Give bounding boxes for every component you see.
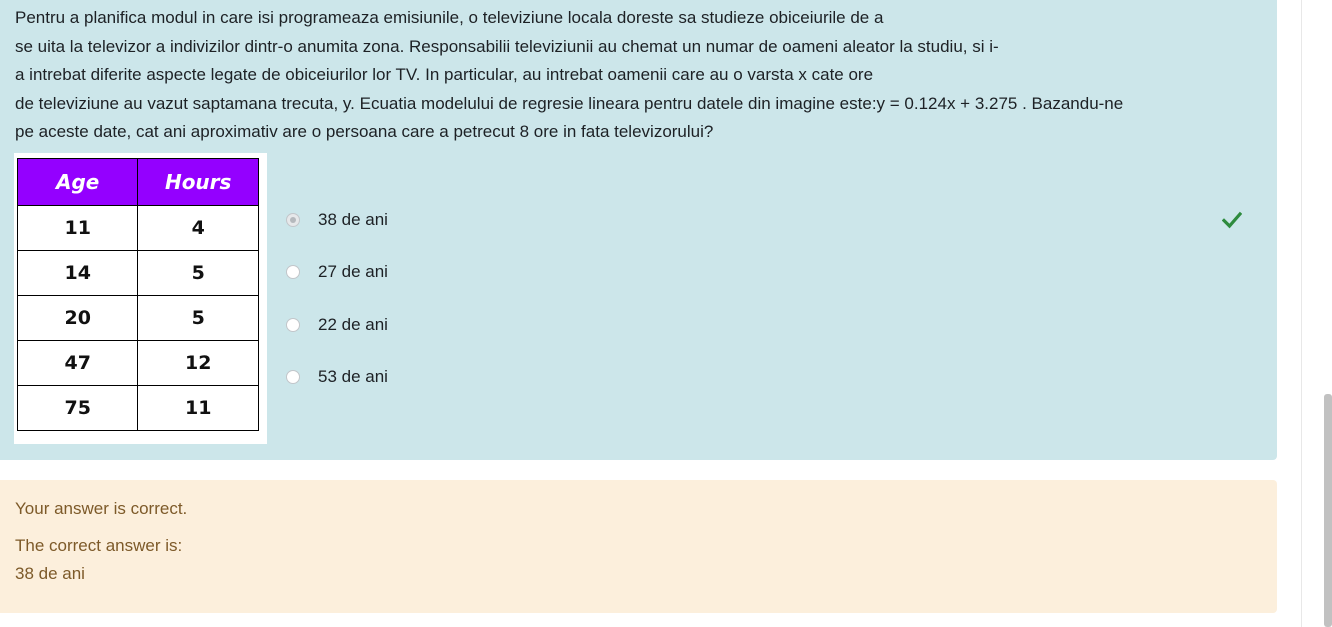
cell-age: 47 <box>16 340 139 386</box>
table-header-row: Age Hours <box>16 158 259 206</box>
table-row: 11 4 <box>16 205 259 251</box>
feedback-panel: Your answer is correct. The correct answ… <box>0 480 1277 613</box>
answer-option-2[interactable]: 27 de ani <box>286 257 686 287</box>
page-divider <box>1301 0 1302 627</box>
answer-label: 38 de ani <box>318 210 388 229</box>
data-table-image: Age Hours 11 4 14 5 20 5 47 12 75 11 <box>14 153 267 444</box>
radio[interactable] <box>286 265 300 279</box>
table-row: 20 5 <box>16 295 259 341</box>
cell-age: 14 <box>16 250 139 296</box>
answer-label: 27 de ani <box>318 262 388 281</box>
check-icon <box>1222 211 1242 229</box>
answer-label: 22 de ani <box>318 315 388 334</box>
header-age: Age <box>16 158 139 206</box>
cell-hours: 4 <box>137 205 259 251</box>
cell-hours: 5 <box>137 250 259 296</box>
cell-hours: 11 <box>137 385 259 431</box>
cell-hours: 5 <box>137 295 259 341</box>
feedback-status: Your answer is correct. <box>15 499 188 518</box>
question-line: pe aceste date, cat ani aproximativ are … <box>15 122 714 141</box>
table-row: 14 5 <box>16 250 259 296</box>
header-hours: Hours <box>137 158 259 206</box>
answer-option-4[interactable]: 53 de ani <box>286 362 686 392</box>
correct-answer-value: 38 de ani <box>15 564 85 583</box>
age-hours-table: Age Hours 11 4 14 5 20 5 47 12 75 11 <box>16 158 259 431</box>
cell-age: 11 <box>16 205 139 251</box>
table-row: 75 11 <box>16 385 259 431</box>
question-line: Pentru a planifica modul in care isi pro… <box>15 8 884 27</box>
question-line: de televiziune au vazut saptamana trecut… <box>15 93 1124 113</box>
cell-age: 75 <box>16 385 139 431</box>
question-line: se uita la televizor a indivizilor dintr… <box>15 36 999 56</box>
radio[interactable] <box>286 370 300 384</box>
scrollbar-thumb[interactable] <box>1324 394 1332 627</box>
answer-option-1[interactable]: 38 de ani <box>286 205 686 235</box>
question-text: Pentru a planifica modul in care isi pro… <box>15 4 1265 147</box>
answer-label: 53 de ani <box>318 367 388 386</box>
question-panel: Pentru a planifica modul in care isi pro… <box>0 0 1277 460</box>
cell-age: 20 <box>16 295 139 341</box>
quiz-page: Pentru a planifica modul in care isi pro… <box>0 0 1332 627</box>
radio[interactable] <box>286 318 300 332</box>
cell-hours: 12 <box>137 340 259 386</box>
correct-answer-label: The correct answer is: <box>15 536 183 555</box>
answer-option-3[interactable]: 22 de ani <box>286 310 686 340</box>
radio-selected[interactable] <box>286 213 300 227</box>
question-line: a intrebat diferite aspecte legate de ob… <box>15 65 874 84</box>
table-row: 47 12 <box>16 340 259 386</box>
